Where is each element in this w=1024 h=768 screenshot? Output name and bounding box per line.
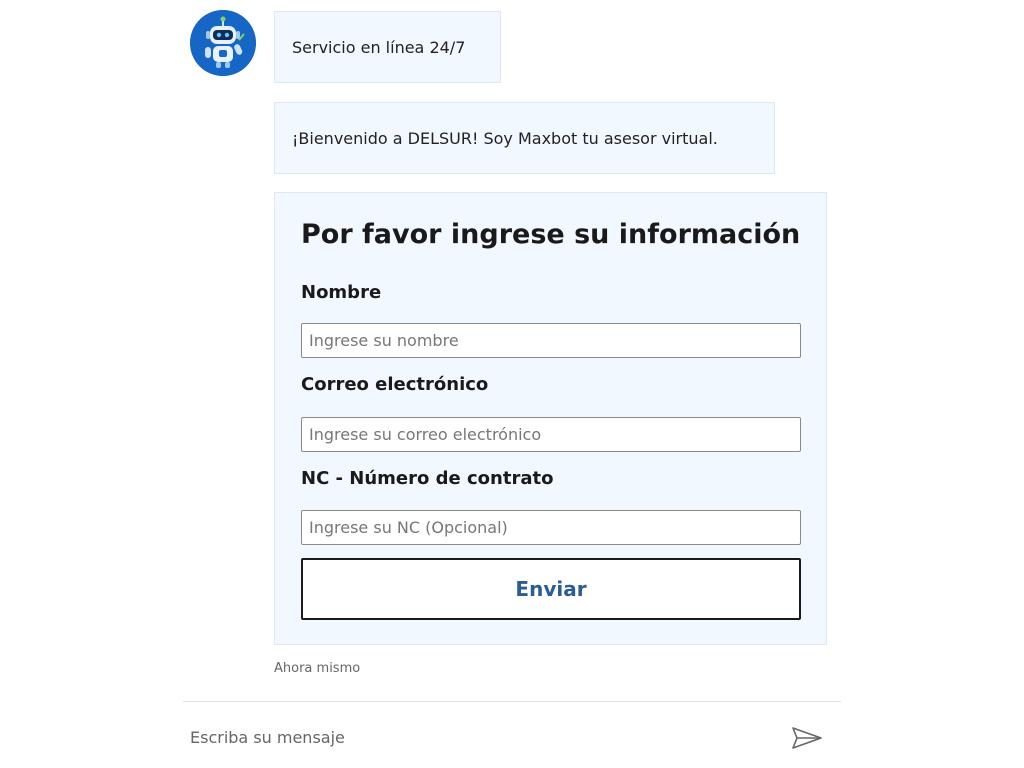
message-bubble-welcome: ¡Bienvenido a DELSUR! Soy Maxbot tu ases…	[274, 102, 775, 174]
email-label: Correo electrónico	[301, 374, 489, 395]
message-text: Servicio en línea 24/7	[292, 37, 466, 57]
name-label: Nombre	[301, 282, 382, 303]
form-title: Por favor ingrese su información	[301, 219, 801, 250]
contract-number-input[interactable]	[301, 510, 801, 545]
submit-button[interactable]: Enviar	[301, 558, 801, 620]
contract-number-label: NC - Número de contrato	[301, 468, 554, 489]
message-bubble-service: Servicio en línea 24/7	[274, 11, 501, 83]
message-input[interactable]	[183, 718, 787, 756]
info-form-card: Por favor ingrese su información Nombre …	[274, 192, 827, 645]
composer-divider	[183, 701, 841, 702]
send-button[interactable]	[786, 720, 828, 756]
message-text: ¡Bienvenido a DELSUR! Soy Maxbot tu ases…	[292, 128, 718, 148]
send-icon	[792, 727, 822, 749]
message-timestamp: Ahora mismo	[274, 661, 361, 676]
bot-avatar	[190, 10, 256, 76]
name-input[interactable]	[301, 323, 801, 358]
email-input[interactable]	[301, 417, 801, 452]
robot-icon	[190, 10, 256, 76]
